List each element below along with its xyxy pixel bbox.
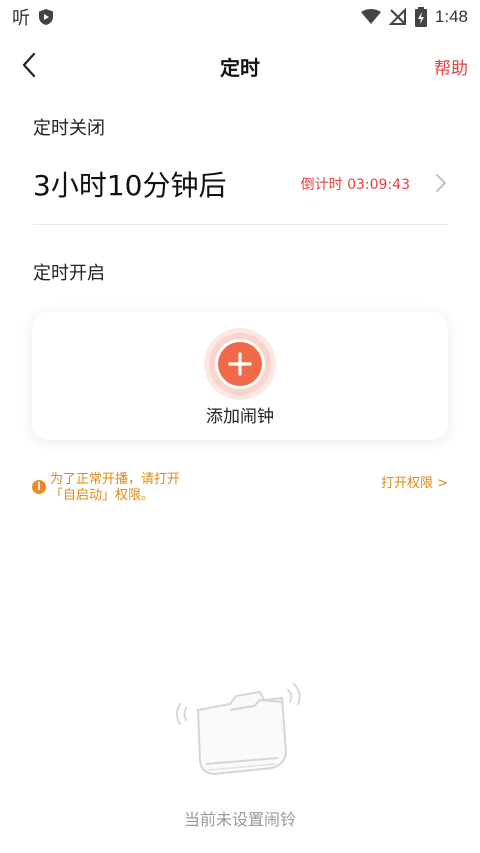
empty-folder-icon xyxy=(176,683,301,775)
info-icon: i xyxy=(32,480,46,494)
open-permission-link[interactable]: 打开权限 > xyxy=(381,472,448,491)
empty-state-text: 当前未设置闹铃 xyxy=(183,810,296,829)
battery-charging-icon xyxy=(414,7,427,27)
status-bar: 听 1:48 xyxy=(0,0,480,34)
page-title: 定时 xyxy=(220,56,260,80)
notice-line-2: 「自启动」权限。 xyxy=(50,488,155,503)
divider xyxy=(33,224,448,225)
shield-icon xyxy=(39,9,53,25)
wifi-icon xyxy=(360,9,381,24)
timer-off-title: 定时关闭 xyxy=(33,118,105,139)
add-alarm-card[interactable]: 添加闹钟 xyxy=(32,312,448,440)
timer-off-value: 3小时10分钟后 xyxy=(33,169,227,202)
signal-off-icon xyxy=(388,8,406,25)
help-button[interactable]: 帮助 xyxy=(434,54,468,79)
chevron-right-icon xyxy=(436,174,447,192)
countdown-text: 倒计时 03:09:43 xyxy=(300,177,410,193)
plus-icon[interactable] xyxy=(202,326,278,402)
notice-line-1: 为了正常开播，请打开 xyxy=(50,472,181,487)
timer-on-title: 定时开启 xyxy=(33,263,105,284)
notice-text: 为了正常开播，请打开 「自启动」权限。 xyxy=(50,472,250,504)
status-time: 1:48 xyxy=(434,7,468,26)
add-alarm-label: 添加闹钟 xyxy=(206,407,274,427)
timer-off-row[interactable]: 3小时10分钟后 倒计时 03:09:43 xyxy=(33,160,448,210)
app-icon: 听 xyxy=(12,8,30,29)
permission-notice: i 为了正常开播，请打开 「自启动」权限。 打开权限 > xyxy=(32,472,448,512)
header: 定时 帮助 xyxy=(0,40,480,92)
